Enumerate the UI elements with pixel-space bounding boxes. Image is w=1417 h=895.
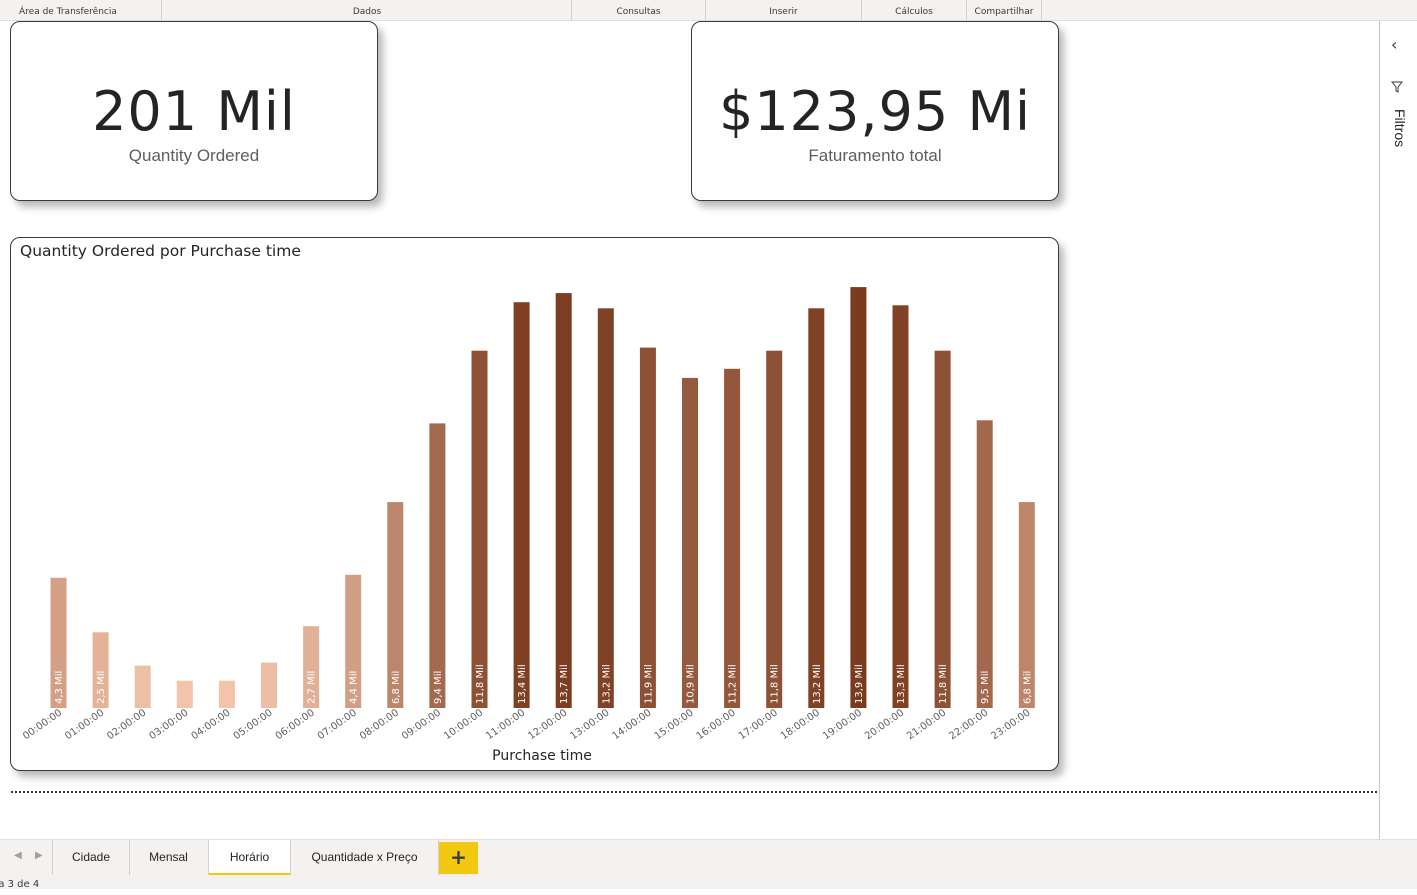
filter-funnel-icon: [1391, 81, 1403, 93]
x-tick-label: 08:00:00: [358, 707, 401, 742]
bar-19:00:00[interactable]: [850, 287, 867, 708]
ribbon-group-data[interactable]: Dados: [163, 0, 572, 20]
ribbon: Área de Transferência Dados Consultas In…: [0, 0, 1417, 21]
tab-mensal[interactable]: Mensal: [129, 840, 209, 875]
x-tick-label: 20:00:00: [863, 707, 906, 742]
x-tick-label: 13:00:00: [568, 707, 611, 742]
x-tick-label: 17:00:00: [737, 707, 780, 742]
kpi-card-quantity[interactable]: 201 Mil Quantity Ordered: [10, 21, 378, 201]
page-indicator: na 3 de 4: [0, 879, 40, 890]
data-label: 13,2 Mil: [812, 664, 823, 704]
ribbon-group-share[interactable]: Compartilhar: [967, 0, 1042, 20]
data-label: 13,2 Mil: [601, 664, 612, 704]
data-label: 4,4 Mil: [349, 671, 360, 704]
x-tick-label: 12:00:00: [526, 707, 569, 742]
status-bar: na 3 de 4: [0, 875, 1417, 890]
data-label: 11,8 Mil: [475, 664, 486, 704]
bar-04:00:00[interactable]: [218, 680, 235, 708]
bar-05:00:00[interactable]: [261, 662, 277, 708]
data-label: 11,9 Mil: [643, 664, 654, 704]
bar-chart: 4,3 Mil 00:00:00 2,5 Mil 01:00:0002:00:0003…: [21, 287, 1035, 764]
kpi-label: Quantity Ordered: [128, 146, 260, 165]
x-tick-label: 07:00:00: [316, 707, 359, 742]
data-label: 6,8 Mil: [391, 671, 402, 704]
x-tick-label: 00:00:00: [21, 707, 64, 742]
bar-20:00:00[interactable]: [892, 305, 909, 708]
data-label: 11,2 Mil: [728, 664, 739, 704]
x-tick-label: 16:00:00: [695, 707, 738, 742]
data-label: 13,3 Mil: [896, 664, 907, 704]
data-label: 9,4 Mil: [433, 671, 444, 704]
bar-18:00:00[interactable]: [808, 308, 825, 708]
x-tick-label: 21:00:00: [905, 707, 948, 742]
x-tick-label: 10:00:00: [442, 707, 485, 742]
data-label: 11,8 Mil: [938, 664, 949, 704]
page-tabs-bar: ◀ ▶ Cidade Mensal Horário Quantidade x P…: [0, 839, 1417, 876]
x-tick-label: 15:00:00: [653, 707, 696, 742]
bar-14:00:00[interactable]: [639, 347, 656, 708]
page-divider: [11, 791, 1377, 793]
x-axis-title: Purchase time: [492, 748, 592, 764]
ribbon-group-calculations[interactable]: Cálculos: [862, 0, 967, 20]
bar-16:00:00[interactable]: [724, 368, 741, 708]
next-page-arrow-icon[interactable]: ▶: [35, 850, 43, 861]
bar-21:00:00[interactable]: [934, 350, 951, 708]
kpi-label: Faturamento total: [808, 146, 942, 165]
bar-22:00:00[interactable]: [976, 420, 993, 708]
x-tick-label: 03:00:00: [147, 707, 190, 742]
tab-cidade[interactable]: Cidade: [52, 840, 130, 875]
bar-03:00:00[interactable]: [176, 680, 193, 708]
x-tick-label: 22:00:00: [947, 707, 990, 742]
x-tick-label: 02:00:00: [105, 707, 148, 742]
add-page-button[interactable]: +: [439, 842, 478, 874]
prev-page-arrow-icon[interactable]: ◀: [14, 850, 22, 861]
ribbon-group-queries[interactable]: Consultas: [572, 0, 706, 20]
kpi-value: $123,95 Mi: [718, 80, 1032, 143]
ribbon-group-insert[interactable]: Inserir: [706, 0, 862, 20]
x-tick-label: 04:00:00: [190, 707, 233, 742]
data-label: 9,5 Mil: [980, 671, 991, 704]
data-label: 11,8 Mil: [770, 664, 781, 704]
x-tick-label: 19:00:00: [821, 707, 864, 742]
bar-17:00:00[interactable]: [766, 350, 783, 708]
x-tick-label: 06:00:00: [274, 707, 317, 742]
filters-label[interactable]: Filtros: [1392, 109, 1408, 147]
data-label: 13,9 Mil: [854, 664, 865, 704]
x-tick-label: 14:00:00: [611, 707, 654, 742]
x-tick-label: 05:00:00: [232, 707, 275, 742]
data-label: 6,8 Mil: [1022, 671, 1033, 704]
kpi-card-revenue[interactable]: $123,95 Mi Faturamento total: [691, 21, 1059, 201]
collapse-chevron-icon[interactable]: ‹: [1391, 35, 1397, 54]
data-label: 2,5 Mil: [96, 671, 107, 704]
ribbon-group-clipboard[interactable]: Área de Transferência: [0, 0, 162, 20]
data-label: 4,3 Mil: [54, 671, 65, 704]
x-tick-label: 18:00:00: [779, 707, 822, 742]
bar-10:00:00[interactable]: [471, 350, 488, 708]
bar-02:00:00[interactable]: [134, 665, 151, 708]
data-label: 13,4 Mil: [517, 664, 528, 704]
bar-12:00:00[interactable]: [555, 293, 572, 708]
data-label: 13,7 Mil: [559, 664, 570, 704]
bar-13:00:00[interactable]: [597, 308, 614, 708]
x-tick-label: 23:00:00: [989, 707, 1032, 742]
x-tick-label: 09:00:00: [400, 707, 443, 742]
bar-15:00:00[interactable]: [682, 377, 698, 708]
data-label: 2,7 Mil: [307, 671, 318, 704]
kpi-value: 201 Mil: [92, 80, 296, 143]
bar-11:00:00[interactable]: [513, 302, 530, 708]
tab-horario[interactable]: Horário: [209, 840, 291, 875]
x-tick-label: 01:00:00: [63, 707, 106, 742]
filters-pane[interactable]: ‹ Filtros: [1379, 21, 1417, 839]
x-tick-label: 11:00:00: [484, 707, 527, 742]
bar-09:00:00[interactable]: [429, 423, 446, 708]
tab-quantidade-x-preco[interactable]: Quantidade x Preço: [291, 840, 439, 875]
data-label: 10,9 Mil: [686, 664, 697, 704]
chart-card[interactable]: Quantity Ordered por Purchase time 4,3 M…: [10, 237, 1059, 771]
